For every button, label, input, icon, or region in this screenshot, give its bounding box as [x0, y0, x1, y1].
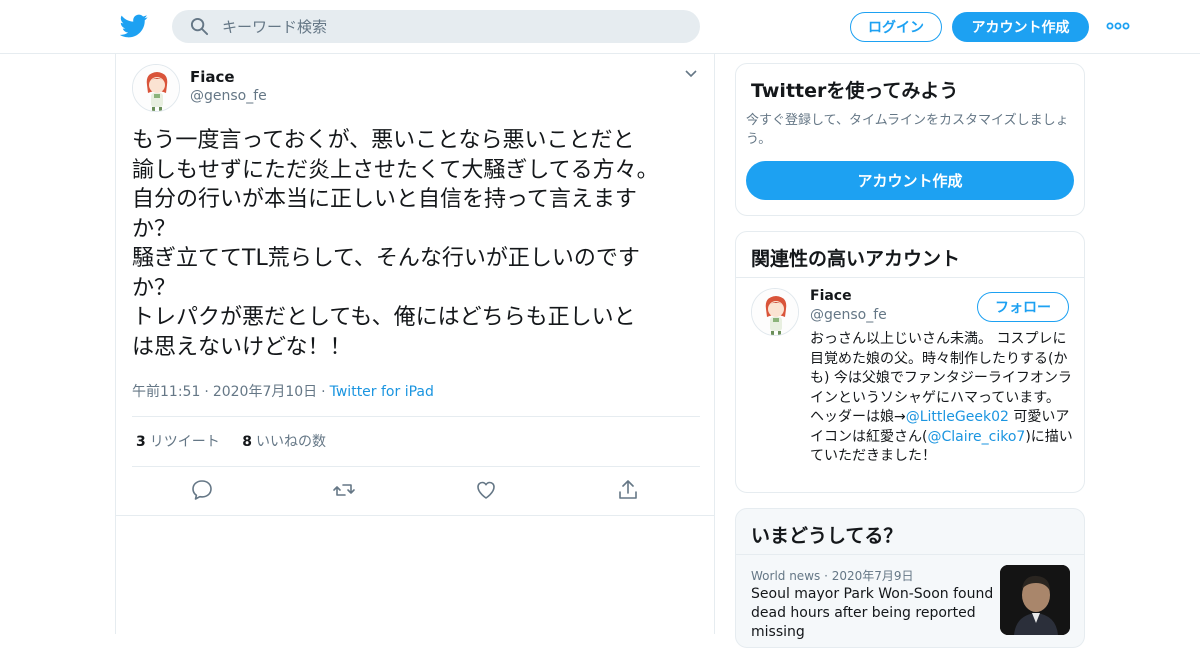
search-box[interactable] — [172, 10, 700, 43]
retweet-count: 3 — [136, 434, 146, 450]
tweet-metadata: 午前11:51 · 2020年7月10日 · Twitter for iPad — [132, 381, 434, 401]
news-thumbnail[interactable] — [1000, 565, 1070, 635]
trends-card: いまどうしてる？ World news · 2020年7月9日 Seoul ma… — [735, 508, 1085, 648]
related-accounts-card: 関連性の高いアカウント Fiace @genso_fe フォロー おっさん以上じ… — [735, 231, 1085, 493]
like-count: 8 — [242, 434, 252, 450]
heart-icon[interactable] — [474, 478, 498, 502]
divider — [132, 416, 700, 417]
tweet-stats: 3 リツイート 8 いいねの数 — [136, 431, 344, 451]
divider — [736, 277, 1084, 278]
tweet-source-link[interactable]: Twitter for iPad — [330, 384, 434, 400]
top-navigation-bar: ログイン アカウント作成 — [0, 0, 1200, 54]
signup-card-title: Twitterを使ってみよう — [751, 80, 959, 102]
account-name[interactable]: Fiace — [810, 288, 852, 304]
signup-card-subtitle: 今すぐ登録して、タイムラインをカスタマイズしましょう。 — [746, 113, 1069, 147]
tweet-actions — [116, 478, 714, 508]
bio-mention-link[interactable]: @Claire_ciko7 — [927, 429, 1025, 445]
twitter-bird-icon[interactable] — [120, 12, 148, 40]
chevron-down-icon[interactable] — [684, 69, 698, 79]
account-handle[interactable]: @genso_fe — [810, 307, 887, 323]
like-stat-label: いいねの数 — [255, 434, 326, 450]
retweet-icon[interactable] — [332, 478, 356, 502]
divider — [116, 515, 714, 516]
author-name[interactable]: Fiace — [190, 68, 235, 86]
trends-card-title: いまどうしてる？ — [751, 525, 903, 547]
search-icon — [190, 17, 209, 36]
bio-mention-link[interactable]: @LittleGeek02 — [906, 409, 1009, 425]
tweet-time[interactable]: 午前11:51 — [132, 384, 200, 400]
retweet-stat[interactable]: 3 リツイート — [136, 434, 220, 450]
login-button[interactable]: ログイン — [850, 12, 942, 42]
related-card-title: 関連性の高いアカウント — [751, 248, 961, 270]
tweet-text: もう一度言っておくが、悪いことなら悪いことだと 諭しもせずにただ炎上させたくて大… — [132, 128, 659, 360]
divider — [736, 554, 1084, 555]
signup-button[interactable]: アカウント作成 — [952, 12, 1089, 42]
share-icon[interactable] — [616, 478, 640, 502]
news-photo-icon — [1000, 565, 1070, 635]
tweet-detail: Fiace @genso_fe もう一度言っておくが、悪いことなら悪いことだと … — [115, 54, 715, 634]
create-account-button[interactable]: アカウント作成 — [746, 161, 1074, 200]
separator-dot: · — [204, 384, 209, 400]
tweet-date[interactable]: 2020年7月10日 — [213, 384, 317, 400]
retweet-stat-label: リツイート — [149, 434, 220, 450]
avatar[interactable] — [751, 288, 799, 336]
divider — [132, 466, 700, 467]
avatar[interactable] — [132, 64, 180, 112]
news-category: World news — [751, 569, 821, 583]
more-options-icon[interactable] — [1106, 16, 1130, 36]
follow-button[interactable]: フォロー — [977, 292, 1069, 322]
signup-prompt-card: Twitterを使ってみよう 今すぐ登録して、タイムラインをカスタマイズしましょ… — [735, 63, 1085, 216]
reply-icon[interactable] — [190, 478, 214, 502]
news-headline[interactable]: Seoul mayor Park Won-Soon found dead hou… — [751, 585, 996, 642]
account-bio: おっさん以上じいさん未満。 コスプレに目覚めた娘の父。時々制作したりする(かも)… — [810, 330, 1074, 467]
news-date: 2020年7月9日 — [831, 569, 914, 583]
avatar-illustration-icon — [133, 65, 179, 111]
avatar-illustration-icon — [752, 289, 798, 335]
search-input[interactable] — [222, 10, 682, 43]
separator-dot: · — [824, 569, 828, 583]
author-handle[interactable]: @genso_fe — [190, 88, 267, 104]
news-metadata: World news · 2020年7月9日 — [751, 567, 914, 584]
like-stat[interactable]: 8 いいねの数 — [242, 434, 326, 450]
separator-dot: · — [321, 384, 326, 400]
